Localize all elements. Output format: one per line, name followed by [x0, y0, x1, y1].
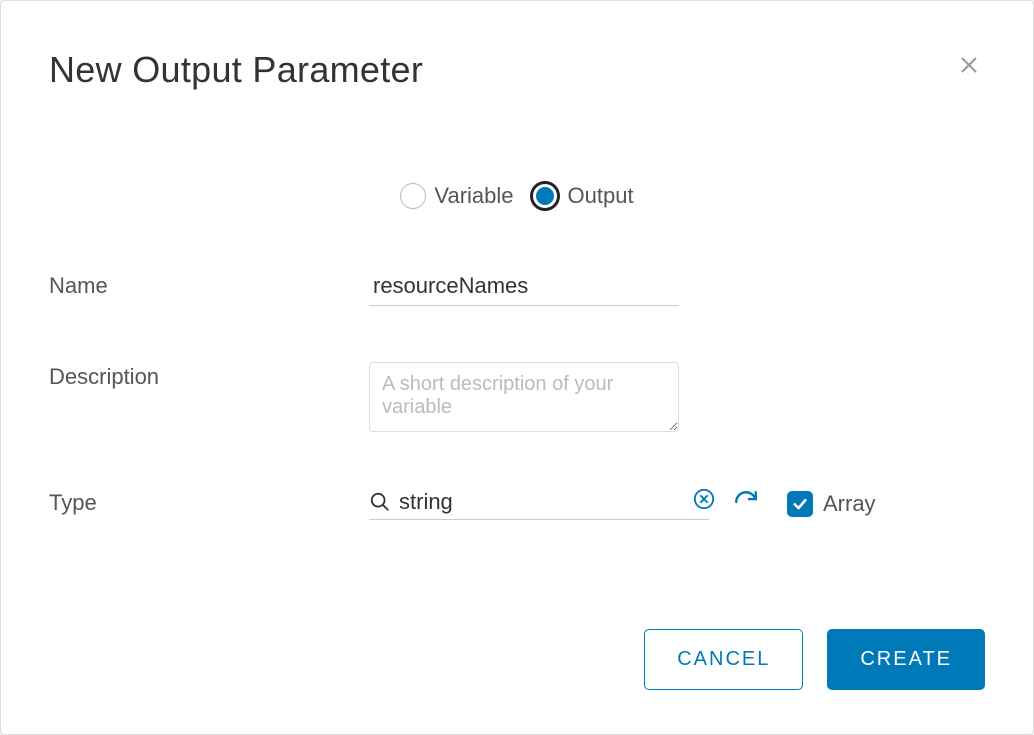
name-input[interactable] [369, 271, 679, 306]
radio-circle-selected-icon [530, 181, 560, 211]
dialog-header: New Output Parameter [49, 49, 985, 91]
type-input[interactable] [399, 489, 687, 515]
description-label: Description [49, 362, 369, 390]
radio-output-label: Output [568, 183, 634, 209]
name-label: Name [49, 271, 369, 299]
search-icon [369, 491, 391, 513]
refresh-icon [733, 489, 759, 515]
radio-variable[interactable]: Variable [400, 183, 513, 209]
radio-output[interactable]: Output [530, 181, 634, 211]
cancel-button[interactable]: CANCEL [644, 629, 803, 690]
radio-circle-icon [400, 183, 426, 209]
close-button[interactable] [953, 49, 985, 86]
dialog-title: New Output Parameter [49, 49, 423, 91]
checkbox-checked-icon [787, 491, 813, 517]
type-input-wrap [369, 488, 709, 520]
refresh-type-button[interactable] [733, 489, 759, 520]
description-textarea[interactable] [369, 362, 679, 432]
create-button[interactable]: CREATE [827, 629, 985, 690]
clear-icon [693, 488, 715, 510]
radio-variable-label: Variable [434, 183, 513, 209]
close-icon [957, 53, 981, 77]
form-row-description: Description [49, 362, 985, 432]
type-label: Type [49, 488, 369, 516]
clear-type-button[interactable] [693, 488, 715, 515]
array-label: Array [823, 491, 876, 517]
array-checkbox[interactable]: Array [787, 491, 876, 517]
dialog-footer: CANCEL CREATE [644, 629, 985, 690]
form-row-name: Name [49, 271, 985, 306]
parameter-type-radio-group: Variable Output [49, 181, 985, 211]
dialog-new-output-parameter: New Output Parameter Variable Output Nam… [0, 0, 1034, 735]
form-row-type: Type [49, 488, 985, 520]
type-controls: Array [369, 488, 876, 520]
